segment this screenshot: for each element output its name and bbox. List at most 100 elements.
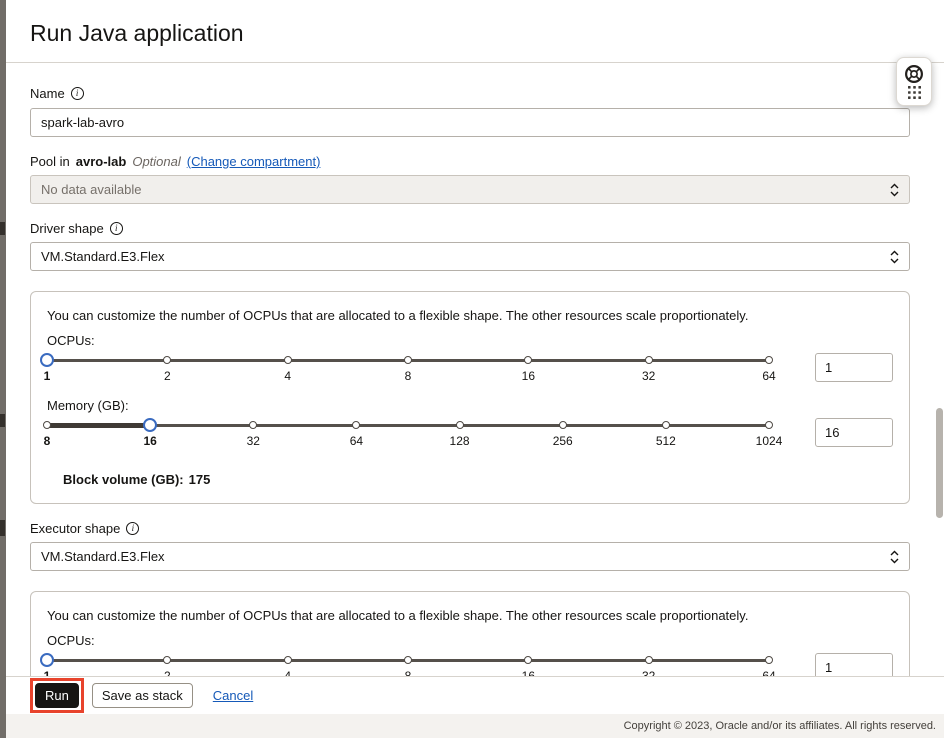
tick-label: 64 [762, 669, 775, 676]
grid-dots-icon [907, 85, 922, 100]
pool-compartment-name: avro-lab [76, 153, 127, 170]
driver-shape-label-row: Driver shape i [30, 220, 910, 237]
info-glyph: i [132, 524, 135, 533]
flex-shape-note: You can customize the number of OCPUs th… [47, 308, 893, 324]
driver-memory-input[interactable] [815, 418, 893, 447]
tick-label: 8 [405, 369, 412, 383]
cancel-link[interactable]: Cancel [213, 688, 253, 703]
slider-tick [765, 656, 773, 664]
executor-shape-select-value: VM.Standard.E3.Flex [41, 549, 165, 564]
driver-ocpus-input[interactable] [815, 353, 893, 382]
slider-tick [249, 421, 257, 429]
tick-label: 64 [350, 434, 363, 448]
copyright-text: Copyright © 2023, Oracle and/or its affi… [624, 720, 936, 732]
select-chevrons-icon [889, 182, 900, 198]
panel-content: Name i Pool in avro-lab Optional (Change… [6, 63, 944, 676]
scrollbar-thumb[interactable] [936, 408, 943, 518]
executor-shape-config-box: You can customize the number of OCPUs th… [30, 591, 910, 676]
driver-ocpus-slider[interactable] [47, 353, 769, 367]
slider-tick [559, 421, 567, 429]
slider-tick [645, 656, 653, 664]
tick-label: 1024 [756, 434, 783, 448]
tick-label: 8 [44, 434, 51, 448]
driver-ocpus-slider-row: 1 2 4 8 16 32 64 [47, 353, 893, 385]
slider-tick [404, 356, 412, 364]
info-glyph: i [115, 224, 118, 233]
executor-ocpus-label: OCPUs: [47, 632, 893, 649]
slider-handle[interactable] [143, 418, 157, 432]
slider-handle[interactable] [40, 353, 54, 367]
slider-tick [284, 356, 292, 364]
slider-tick [524, 656, 532, 664]
background-page-remnant [0, 414, 5, 427]
tick-label: 16 [522, 669, 535, 676]
flex-shape-note: You can customize the number of OCPUs th… [47, 608, 893, 624]
block-volume-value: 175 [189, 472, 211, 487]
info-icon[interactable]: i [110, 222, 123, 235]
slider-tick [765, 356, 773, 364]
run-button[interactable]: Run [35, 683, 79, 708]
driver-memory-slider-row: 8 16 32 64 128 256 512 1024 [47, 418, 893, 450]
info-glyph: i [76, 89, 79, 98]
slider-tick [456, 421, 464, 429]
tick-label: 1 [44, 669, 51, 676]
tick-label: 32 [642, 669, 655, 676]
driver-memory-slider[interactable] [47, 418, 769, 432]
tick-label: 2 [164, 669, 171, 676]
slider-tick [765, 421, 773, 429]
change-compartment-link[interactable]: (Change compartment) [187, 153, 321, 170]
driver-memory-label: Memory (GB): [47, 397, 893, 414]
background-page-remnant [0, 222, 5, 235]
name-input[interactable] [30, 108, 910, 137]
tick-label: 4 [284, 669, 291, 676]
driver-shape-config-box: You can customize the number of OCPUs th… [30, 291, 910, 504]
tick-label: 8 [405, 669, 412, 676]
executor-ocpus-tick-labels: 1 2 4 8 16 32 64 [47, 669, 769, 676]
tick-label: 128 [450, 434, 470, 448]
pool-select[interactable]: No data available [30, 175, 910, 204]
slider-tick [645, 356, 653, 364]
tick-label: 64 [762, 369, 775, 383]
save-as-stack-button[interactable]: Save as stack [92, 683, 193, 708]
tick-label: 4 [284, 369, 291, 383]
select-chevrons-icon [889, 249, 900, 265]
tick-label: 32 [247, 434, 260, 448]
name-label: Name [30, 85, 65, 102]
tick-label: 32 [642, 369, 655, 383]
executor-shape-label: Executor shape [30, 520, 120, 537]
executor-ocpus-slider[interactable] [47, 653, 769, 667]
name-field-label-row: Name i [30, 85, 910, 102]
slider-handle[interactable] [40, 653, 54, 667]
driver-memory-tick-labels: 8 16 32 64 128 256 512 1024 [47, 434, 769, 450]
tick-label: 16 [522, 369, 535, 383]
driver-shape-label: Driver shape [30, 220, 104, 237]
executor-shape-select[interactable]: VM.Standard.E3.Flex [30, 542, 910, 571]
info-icon[interactable]: i [126, 522, 139, 535]
optional-tag: Optional [132, 153, 180, 170]
slider-tick [163, 656, 171, 664]
click-annotation-highlight: Run [30, 678, 84, 713]
driver-shape-select[interactable]: VM.Standard.E3.Flex [30, 242, 910, 271]
slider-tick [284, 656, 292, 664]
driver-shape-select-value: VM.Standard.E3.Flex [41, 249, 165, 264]
app-launcher-button[interactable] [907, 85, 922, 100]
driver-ocpus-tick-labels: 1 2 4 8 16 32 64 [47, 369, 769, 385]
pool-select-value: No data available [41, 182, 141, 197]
tick-label: 2 [164, 369, 171, 383]
info-icon[interactable]: i [71, 87, 84, 100]
slider-tick [163, 356, 171, 364]
help-button[interactable] [903, 63, 925, 85]
slider-tick [524, 356, 532, 364]
page-title: Run Java application [30, 18, 920, 48]
pool-label: Pool in [30, 153, 70, 170]
background-overlay-strip [0, 0, 6, 738]
executor-ocpus-input[interactable] [815, 653, 893, 676]
tick-label: 16 [143, 434, 156, 448]
slider-tick [404, 656, 412, 664]
tick-label: 1 [44, 369, 51, 383]
tick-label: 512 [656, 434, 676, 448]
slider-tick [43, 421, 51, 429]
pool-field-label-row: Pool in avro-lab Optional (Change compar… [30, 153, 910, 170]
life-ring-icon [903, 63, 925, 85]
driver-ocpus-label: OCPUs: [47, 332, 893, 349]
